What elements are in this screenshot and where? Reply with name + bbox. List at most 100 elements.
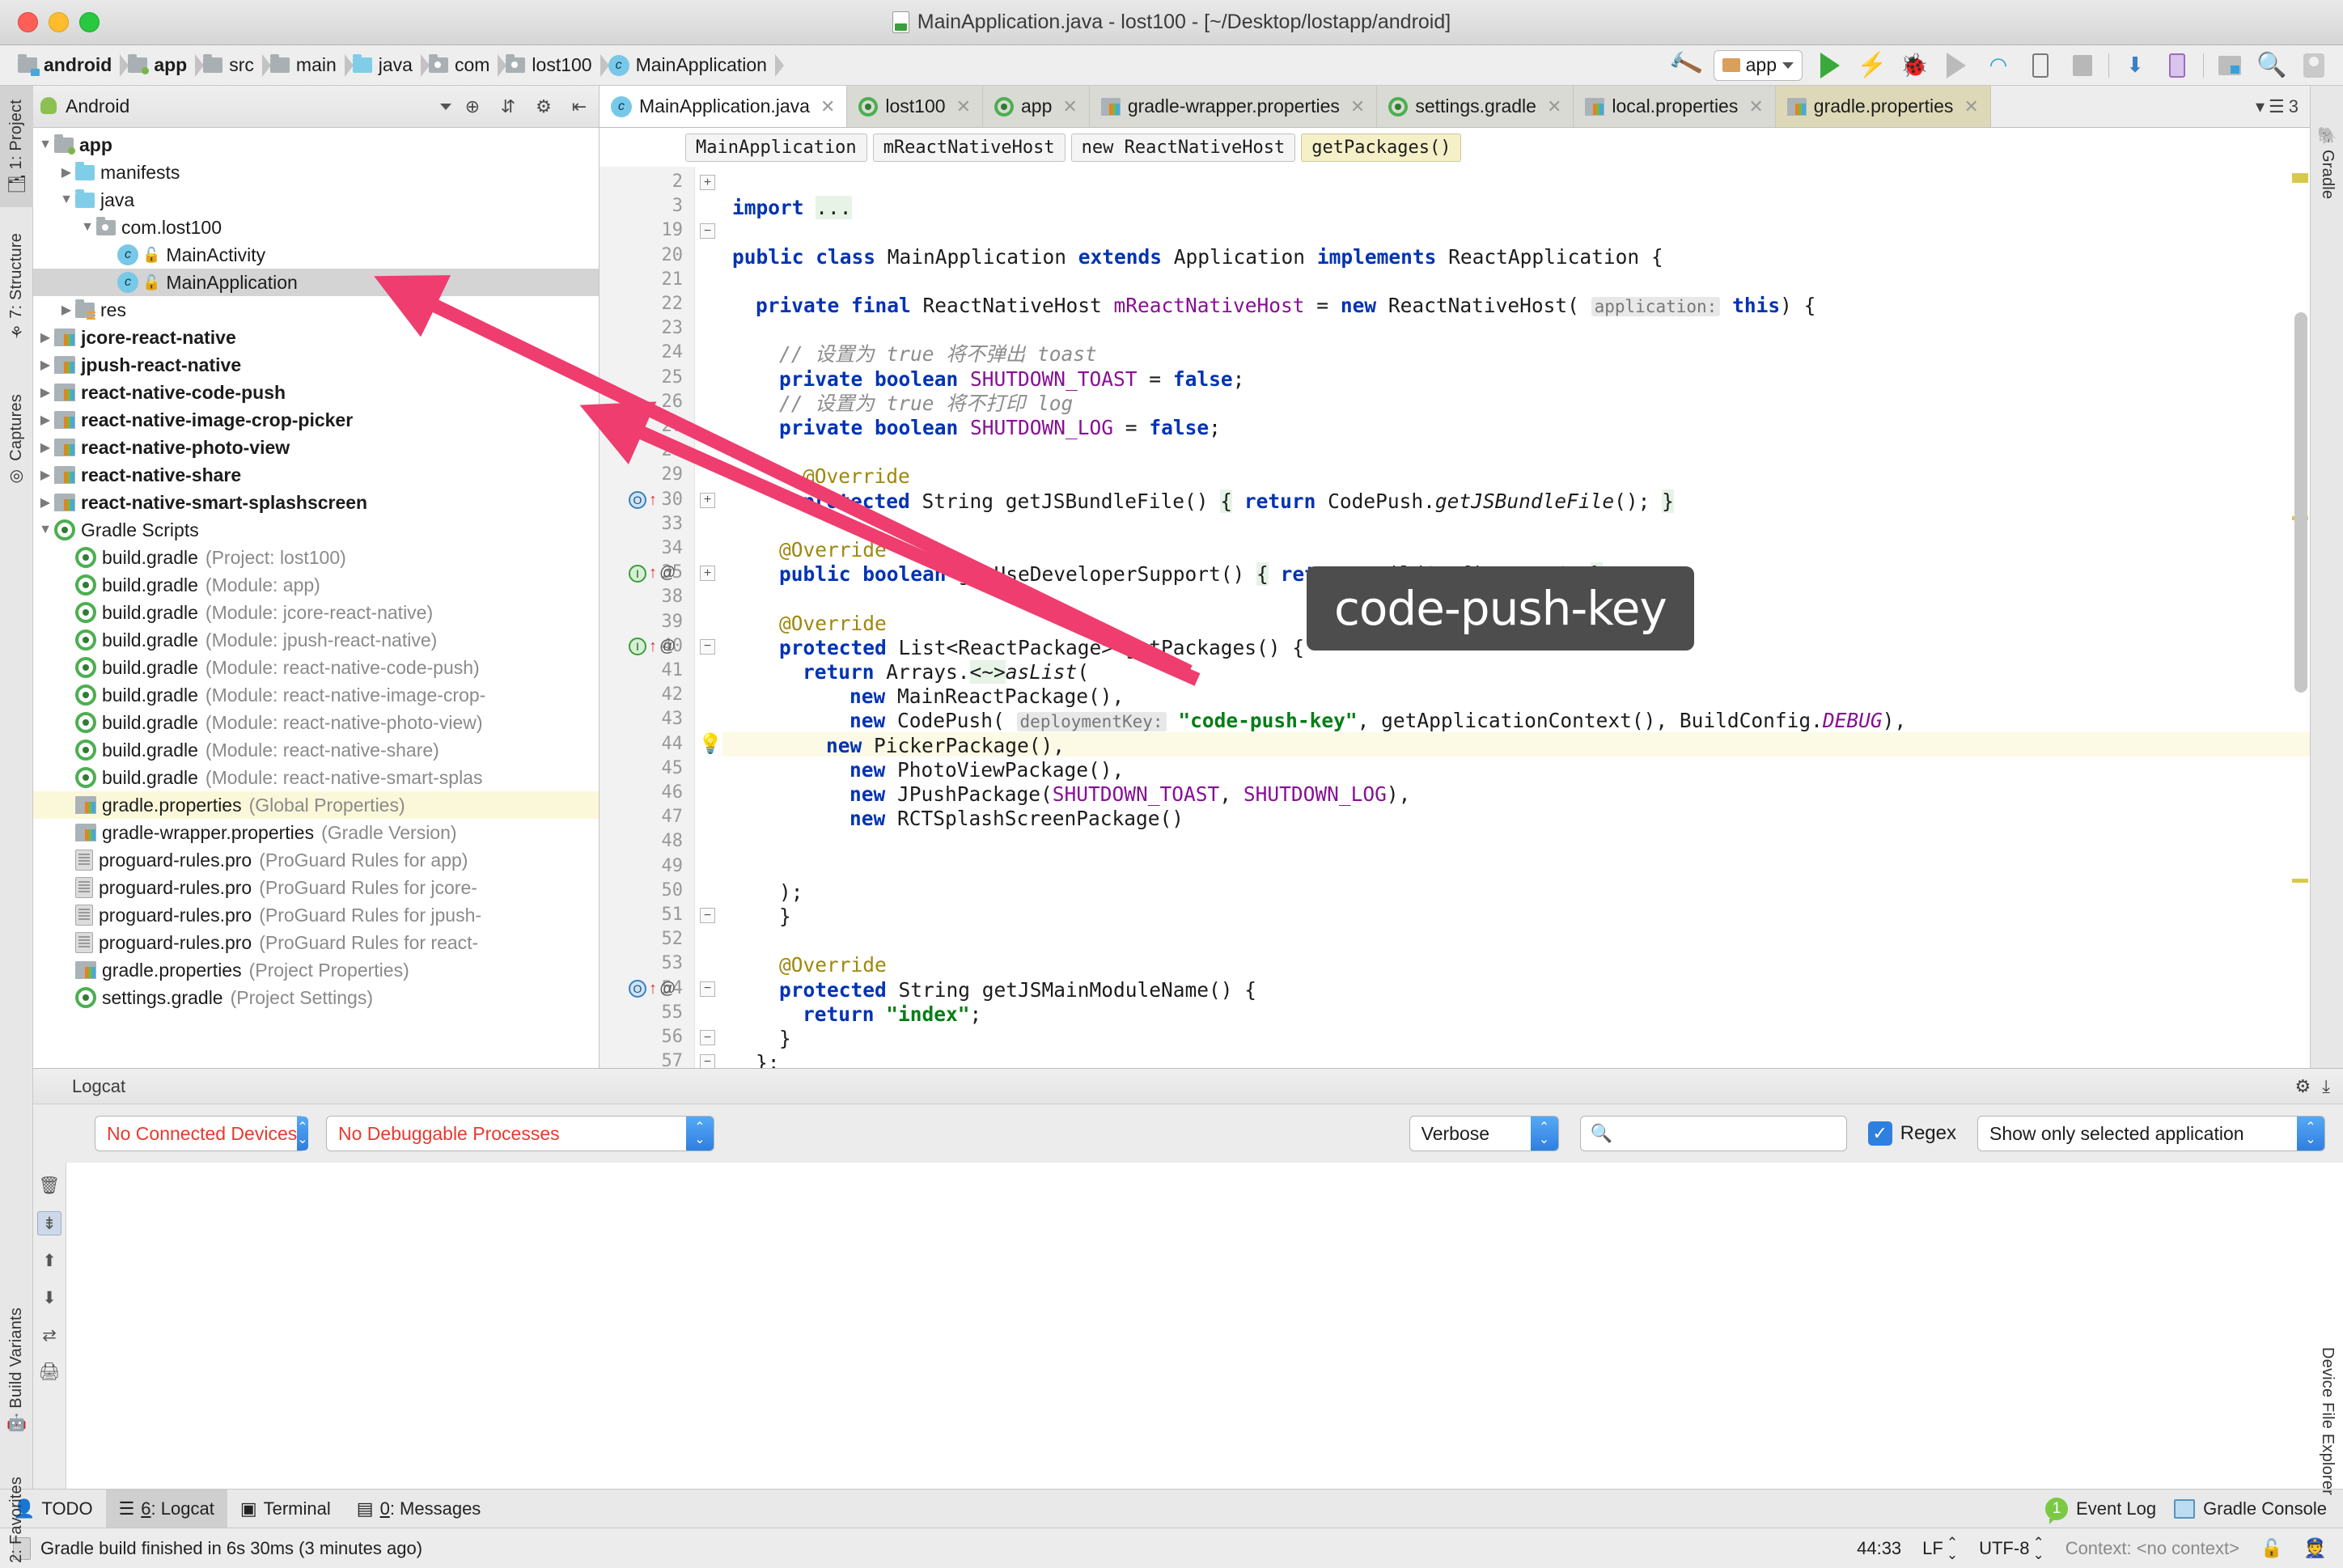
chevron-right-icon[interactable] bbox=[36, 467, 54, 483]
editor-tab-app[interactable]: app ✕ bbox=[983, 86, 1090, 127]
code-line[interactable]: new CodePush( deploymentKey: "code-push-… bbox=[849, 709, 1906, 734]
print-icon[interactable]: 🖨 bbox=[37, 1360, 61, 1384]
code-line[interactable]: new MainReactPackage(), bbox=[849, 684, 1124, 709]
code-line[interactable]: public class MainApplication extends App… bbox=[732, 245, 1663, 269]
close-tab-icon[interactable]: ✕ bbox=[1350, 96, 1365, 117]
run-icon[interactable] bbox=[1809, 48, 1851, 83]
locate-icon[interactable]: ⊕ bbox=[458, 92, 487, 121]
tree-node-app[interactable]: app bbox=[33, 131, 599, 159]
code-line[interactable]: new RCTSplashScreenPackage() bbox=[849, 807, 1184, 831]
breadcrumb-item-main[interactable]: main bbox=[264, 49, 354, 82]
stop-icon[interactable] bbox=[2061, 48, 2104, 83]
editor-vertical-scrollbar[interactable] bbox=[2294, 312, 2307, 693]
tree-node-proguard-rules-pro[interactable]: proguard-rules.pro (ProGuard Rules for jc… bbox=[33, 874, 599, 901]
chevron-right-icon[interactable] bbox=[36, 439, 54, 456]
logcat-filter-selector[interactable]: Show only selected application ⌃ ⌄ bbox=[1977, 1116, 2325, 1151]
tree-node-build-gradle[interactable]: build.gradle (Module: jcore-react-native) bbox=[33, 599, 599, 626]
editor-tab-local-properties[interactable]: local.properties ✕ bbox=[1574, 86, 1776, 127]
sidebar-item-gradle[interactable]: 🐘 Gradle bbox=[2311, 86, 2343, 239]
project-structure-icon[interactable] bbox=[2293, 48, 2335, 83]
project-view-selector-label[interactable]: Android bbox=[66, 95, 129, 117]
lock-icon[interactable]: 🔓 bbox=[2260, 1538, 2282, 1559]
up-icon[interactable]: ⬆ bbox=[37, 1248, 61, 1273]
tree-node-mainapplication[interactable]: c 🔓 MainApplication bbox=[33, 269, 599, 296]
code-line[interactable]: protected List<ReactPackage> getPackages… bbox=[779, 636, 1304, 660]
editor-tab-gradle-wrapper-properties[interactable]: gradle-wrapper.properties ✕ bbox=[1090, 86, 1378, 127]
tree-node-gradle-scripts[interactable]: Gradle Scripts bbox=[33, 516, 599, 544]
close-tab-icon[interactable]: ✕ bbox=[1062, 96, 1077, 117]
tree-node-build-gradle[interactable]: build.gradle (Module: react-native-image-… bbox=[33, 681, 599, 709]
attach-debugger-icon[interactable] bbox=[2019, 48, 2061, 83]
code-line[interactable]: } bbox=[779, 905, 791, 929]
tool-window-event-log[interactable]: 1 Event Log bbox=[2045, 1490, 2156, 1528]
chevron-down-icon[interactable] bbox=[57, 193, 75, 207]
caret-position[interactable]: 44:33 bbox=[1857, 1538, 1901, 1559]
chevron-right-icon[interactable] bbox=[36, 357, 54, 373]
code-line[interactable]: new PickerPackage(), bbox=[826, 734, 1065, 758]
sidebar-item-build-variants[interactable]: Build Variants 🤖 bbox=[0, 1283, 33, 1457]
tab-overflow[interactable]: ▾ ☰ 3 bbox=[1990, 86, 2310, 127]
collapse-fold-icon[interactable]: − bbox=[700, 1054, 715, 1068]
tree-node-react-native-smart-splashscreen[interactable]: react-native-smart-splashscreen bbox=[33, 489, 599, 516]
implements-method-icon[interactable]: I ↑ @ bbox=[629, 638, 676, 656]
code-folding-gutter[interactable]: +−++−−−−−−💡 bbox=[695, 167, 722, 1068]
apply-changes-icon[interactable]: ⚡ bbox=[1851, 48, 1893, 83]
code-line[interactable]: } bbox=[779, 1027, 791, 1051]
breadcrumb-item-src[interactable]: src bbox=[197, 49, 271, 82]
tree-node-com-lost100[interactable]: com.lost100 bbox=[33, 214, 599, 241]
chevron-right-icon[interactable] bbox=[36, 384, 54, 400]
hammer-icon[interactable]: 🔨 bbox=[1665, 48, 1707, 83]
code-line[interactable]: // 设置为 true 将不打印 log bbox=[779, 392, 1073, 416]
editor-tab-mainapplication-java[interactable]: c MainApplication.java ✕ bbox=[600, 86, 848, 127]
close-tab-icon[interactable]: ✕ bbox=[820, 96, 835, 117]
breadcrumb-item-app[interactable]: app bbox=[121, 49, 205, 82]
close-tab-icon[interactable]: ✕ bbox=[956, 96, 971, 117]
logcat-search-text[interactable] bbox=[1616, 1123, 1820, 1144]
log-level-selector[interactable]: Verbose ⌃ ⌄ bbox=[1409, 1116, 1559, 1151]
step-icon[interactable] bbox=[1935, 48, 1977, 83]
breadcrumb-item-android[interactable]: android bbox=[11, 49, 129, 82]
down-icon[interactable]: ⬇ bbox=[37, 1286, 61, 1310]
tree-node-gradle-wrapper-properties[interactable]: gradle-wrapper.properties (Gradle Version… bbox=[33, 819, 599, 846]
collapse-fold-icon[interactable]: − bbox=[700, 1030, 715, 1045]
sdk-manager-icon[interactable] bbox=[2209, 48, 2251, 83]
code-line[interactable]: return Arrays.<~>asList( bbox=[803, 660, 1089, 684]
debug-icon[interactable]: 🐞 bbox=[1893, 48, 1935, 83]
close-tab-icon[interactable]: ✕ bbox=[1547, 96, 1561, 117]
code-line[interactable]: new PhotoViewPackage(), bbox=[849, 758, 1124, 782]
code-line[interactable]: // 设置为 true 将不弹出 toast bbox=[779, 342, 1097, 367]
sidebar-item-project[interactable]: 1: Project 🗂 bbox=[0, 86, 33, 207]
override-method-icon[interactable]: O ↑ bbox=[629, 491, 657, 510]
line-number-gutter[interactable]: 2 3 19 20 21 22 23 24 25 26 27 28 29 30 33 34 35 38 39 40 41… bbox=[600, 167, 695, 1068]
structure-crumb-method[interactable]: getPackages() bbox=[1301, 133, 1462, 162]
close-tab-icon[interactable]: ✕ bbox=[1748, 96, 1763, 117]
code-line[interactable]: protected String getJSBundleFile() { ret… bbox=[803, 489, 1674, 514]
process-selector[interactable]: No Debuggable Processes ⌃ ⌄ bbox=[326, 1116, 714, 1151]
context-label[interactable]: Context: <no context> bbox=[2065, 1538, 2239, 1559]
close-tab-icon[interactable]: ✕ bbox=[1964, 96, 1978, 117]
expand-fold-icon[interactable]: + bbox=[700, 566, 715, 582]
tree-node-jcore-react-native[interactable]: jcore-react-native bbox=[33, 324, 599, 351]
code-line[interactable]: @Override bbox=[779, 538, 887, 562]
tree-node-manifests[interactable]: manifests bbox=[33, 159, 599, 186]
code-line[interactable]: private final ReactNativeHost mReactNati… bbox=[756, 294, 1816, 319]
collapse-fold-icon[interactable]: − bbox=[700, 908, 715, 923]
tree-node-react-native-code-push[interactable]: react-native-code-push bbox=[33, 379, 599, 406]
settings-gear-icon[interactable]: ⚙ bbox=[529, 92, 558, 121]
logcat-output[interactable] bbox=[66, 1163, 2343, 1489]
chevron-down-icon[interactable] bbox=[36, 523, 54, 537]
scroll-to-end-icon[interactable]: ⇟ bbox=[37, 1211, 61, 1235]
code-line[interactable]: protected String getJSMainModuleName() { bbox=[779, 978, 1256, 1002]
breadcrumb-item-lost100[interactable]: lost100 bbox=[499, 49, 609, 82]
wrap-icon[interactable]: ⇄ bbox=[37, 1323, 61, 1347]
intention-bulb-icon[interactable]: 💡 bbox=[698, 732, 722, 756]
logcat-search-input[interactable]: 🔍 bbox=[1579, 1116, 1847, 1151]
expand-fold-icon[interactable]: + bbox=[700, 492, 715, 508]
tree-node-react-native-image-crop-picker[interactable]: react-native-image-crop-picker bbox=[33, 406, 599, 434]
sidebar-item-favorites[interactable]: 2: Favorites ★ bbox=[0, 1461, 33, 1568]
code-line[interactable]: }; bbox=[756, 1051, 780, 1068]
settings-gear-icon[interactable]: ⚙ bbox=[2295, 1076, 2311, 1097]
tree-node-react-native-share[interactable]: react-native-share bbox=[33, 461, 599, 489]
code-line[interactable]: ); bbox=[779, 880, 803, 905]
collapse-fold-icon[interactable]: − bbox=[700, 223, 715, 239]
